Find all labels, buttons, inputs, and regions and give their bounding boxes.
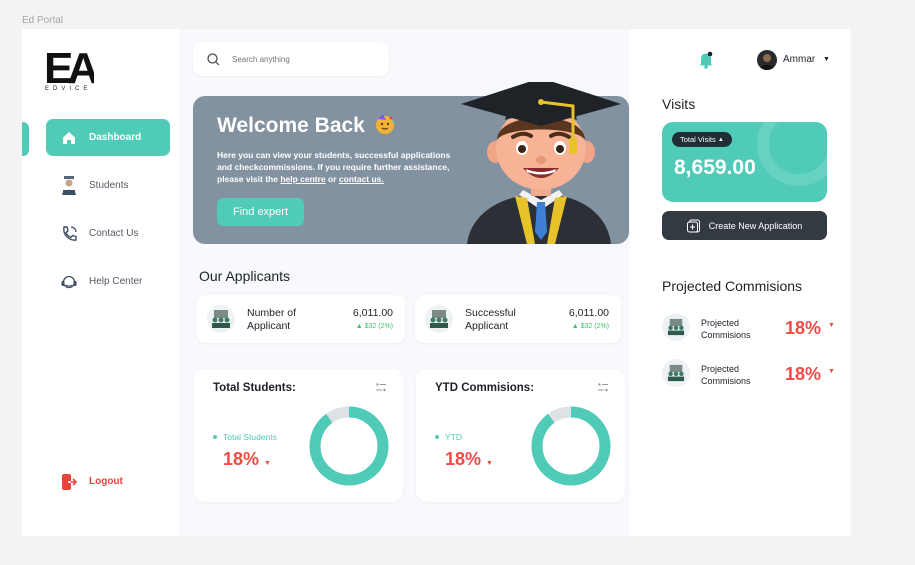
group-icon (662, 359, 690, 387)
sidebar: EA EDVICE Dashboard Students Contact Us (22, 29, 179, 536)
banner-title: Welcome Back (217, 114, 365, 137)
applicant-card: Successful Applicant 6,011.00 ▲ $32 (2%) (415, 295, 621, 343)
projected-row: Projected Commisions 18% ▼ (662, 359, 837, 389)
donut-chart (531, 406, 611, 486)
active-indicator (22, 122, 29, 156)
sidebar-item-dashboard[interactable]: Dashboard (46, 119, 170, 156)
logout-label: Logout (89, 476, 123, 487)
app-title: Ed Portal (22, 15, 64, 26)
applicants-title: Our Applicants (199, 268, 291, 284)
filter-icon[interactable] (376, 383, 386, 392)
phone-icon (60, 225, 78, 243)
projected-label: Projected Commisions (701, 364, 751, 386)
avatar[interactable] (757, 50, 777, 70)
stat-card-title: Total Students: (213, 382, 296, 394)
applicant-card-value: 6,011.00 (568, 307, 609, 319)
sidebar-item-students[interactable]: Students (46, 167, 170, 204)
sidebar-item-label: Dashboard (89, 132, 142, 143)
total-students-card: Total Students: Total Students 18% ▼ (194, 369, 403, 502)
logout-button[interactable]: Logout (46, 463, 170, 500)
main-content: Welcome Back Here you can view your stud… (179, 29, 630, 536)
brand-subtitle: EDVICE (45, 86, 92, 92)
sidebar-item-label: Contact Us (89, 228, 139, 239)
arrow-up-icon: ▲ (717, 136, 724, 143)
user-name[interactable]: Ammar (783, 54, 815, 65)
applicant-card-label: Number of Applicant (247, 307, 297, 332)
student-icon (60, 175, 78, 195)
projected-value: 18% (785, 318, 822, 338)
bell-icon[interactable] (698, 51, 714, 69)
stat-value: 18% ▼ (223, 449, 271, 469)
visits-value: 8,659.00 (674, 156, 756, 179)
visits-title: Visits (662, 96, 696, 112)
sidebar-item-label: Help Center (89, 276, 143, 287)
applicant-card-value: 6,011.00 (352, 307, 393, 319)
sidebar-item-label: Students (89, 180, 129, 191)
group-icon (662, 313, 690, 341)
stat-value: 18% ▼ (445, 449, 493, 469)
banner-description: Here you can view your students, success… (217, 150, 451, 184)
projected-value: 18% (785, 364, 822, 384)
home-icon (60, 129, 78, 147)
applicant-card-change: ▲ $32 (2%) (571, 323, 609, 330)
group-icon (207, 305, 235, 333)
sidebar-item-contact[interactable]: Contact Us (46, 215, 170, 252)
add-document-icon (686, 219, 700, 232)
applicant-card-change: ▲ $32 (2%) (355, 323, 393, 330)
group-icon (425, 305, 453, 333)
stat-legend: YTD (435, 432, 462, 442)
arrow-down-icon: ▼ (828, 322, 835, 329)
arrow-down-icon: ▼ (828, 368, 835, 375)
contact-us-link[interactable]: contact us. (339, 174, 384, 184)
headset-icon (60, 273, 78, 291)
projected-row: Projected Commisions 18% ▼ (662, 313, 837, 343)
create-application-button[interactable]: Create New Application (662, 211, 827, 240)
welcome-banner: Welcome Back Here you can view your stud… (193, 82, 629, 244)
logout-icon (60, 473, 78, 491)
find-expert-button[interactable]: Find expert (217, 198, 304, 226)
right-panel: Ammar ▼ Visits Total Visits ▲ 8,659.00 C… (630, 29, 851, 536)
stat-card-title: YTD Commisions: (435, 382, 535, 394)
help-centre-link[interactable]: help centre (280, 174, 325, 184)
chevron-down-icon[interactable]: ▼ (823, 56, 830, 63)
search-input[interactable] (230, 54, 374, 65)
search-bar[interactable] (193, 43, 389, 76)
projected-title: Projected Commisions (662, 278, 803, 294)
filter-icon[interactable] (598, 383, 608, 392)
donut-chart (309, 406, 389, 486)
visits-card: Total Visits ▲ 8,659.00 (662, 122, 827, 202)
search-icon (207, 53, 220, 66)
stat-legend: Total Students (213, 432, 277, 442)
graduate-illustration (461, 82, 621, 244)
applicant-card-label: Successful Applicant (465, 307, 516, 332)
projected-label: Projected Commisions (701, 318, 751, 340)
party-emoji-icon (376, 114, 394, 134)
visits-badge: Total Visits ▲ (672, 132, 732, 147)
applicant-card: Number of Applicant 6,011.00 ▲ $32 (2%) (197, 295, 405, 343)
app-window: EA EDVICE Dashboard Students Contact Us (22, 29, 851, 536)
sidebar-item-help-center[interactable]: Help Center (46, 263, 170, 300)
ytd-commissions-card: YTD Commisions: YTD 18% ▼ (416, 369, 625, 502)
